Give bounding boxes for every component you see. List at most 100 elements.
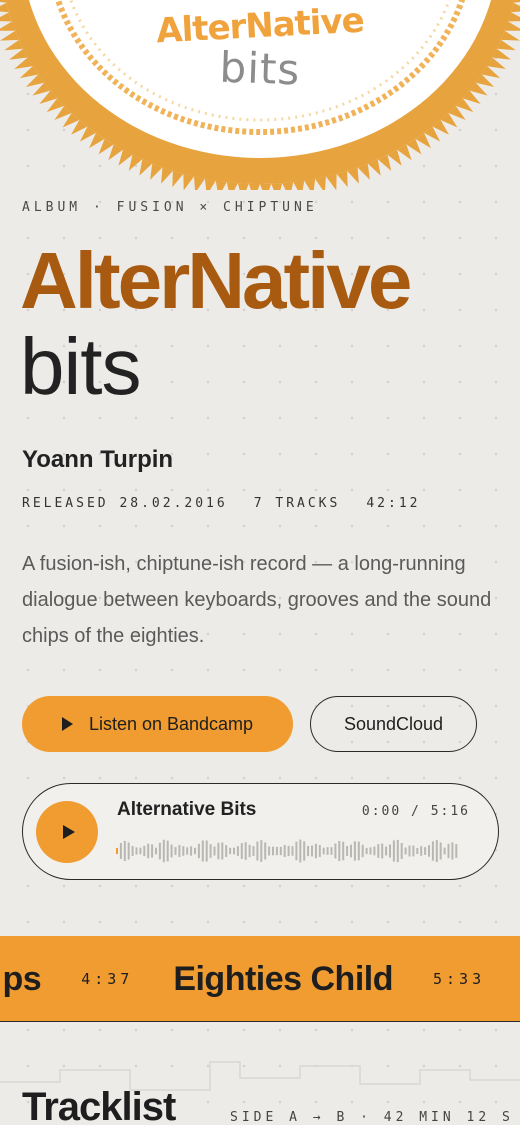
waveform-bar: [342, 841, 345, 861]
waveform-bar: [264, 842, 267, 860]
waveform-bar: [287, 845, 290, 857]
waveform-bar: [369, 847, 372, 855]
play-icon: [63, 825, 75, 839]
waveform-bar: [233, 847, 235, 855]
waveform-bar: [311, 845, 313, 857]
waveform-bar: [424, 847, 427, 855]
waveform-bar: [326, 847, 329, 855]
waveform-bar: [166, 840, 169, 862]
album-title-line1: AlterNative: [20, 236, 412, 325]
waveform-bar: [209, 844, 212, 858]
waveform-bar: [295, 841, 298, 861]
waveform-bar: [162, 839, 165, 863]
waveform-bar: [240, 843, 243, 859]
waveform-bar: [334, 843, 337, 859]
player-waveform[interactable]: [116, 836, 476, 866]
waveform-bar: [435, 839, 438, 863]
waveform-bar: [439, 842, 442, 860]
tracklist-heading: Tracklist: [22, 1085, 176, 1125]
marquee-track-name: Eighties Child: [173, 959, 393, 998]
waveform-bar: [400, 842, 403, 860]
waveform-bar: [135, 847, 138, 855]
release-date: RELEASED 28.02.2016: [22, 496, 228, 511]
marquee-track-name: …ps: [0, 959, 42, 998]
album-description: A fusion-ish, chiptune-ish record — a lo…: [22, 553, 492, 647]
play-icon: [61, 717, 73, 731]
waveform-bar: [178, 845, 181, 857]
waveform-bar: [190, 846, 193, 856]
waveform-bar: [236, 846, 239, 856]
waveform-bar: [389, 844, 391, 858]
waveform-bar: [283, 845, 286, 857]
waveform-bar: [213, 846, 216, 856]
waveform-bar: [268, 846, 271, 856]
waveform-bar: [139, 847, 142, 855]
waveform-bar: [131, 846, 134, 856]
waveform-bar: [116, 848, 118, 854]
waveform-bar: [248, 844, 251, 858]
waveform-bar: [353, 841, 356, 861]
player-play-button[interactable]: [36, 801, 98, 863]
waveform-bar: [412, 845, 415, 857]
waveform-bar: [174, 847, 177, 855]
waveform-bar: [392, 840, 395, 862]
waveform-bar: [381, 843, 384, 859]
waveform-bar: [275, 846, 278, 856]
waveform-bar: [256, 841, 259, 861]
marquee-item: Eighties Child 5:33: [173, 960, 520, 999]
waveform-bar: [194, 847, 196, 855]
waveform-bar: [279, 846, 282, 856]
marquee-item: …ps 4:37: [0, 960, 173, 999]
waveform-bar: [451, 842, 454, 860]
soundcloud-button[interactable]: SoundCloud: [310, 696, 477, 752]
waveform-bar: [428, 845, 430, 857]
waveform-bar: [123, 840, 126, 862]
waveform-bar: [127, 842, 130, 860]
track-count: 7 TRACKS: [253, 496, 341, 511]
waveform-bar: [455, 844, 458, 858]
waveform-bar: [396, 839, 399, 863]
artist-name: Yoann Turpin: [22, 446, 174, 473]
waveform-bar: [330, 847, 333, 855]
marquee-track: …ps 4:37 Eighties Child 5:33: [0, 936, 520, 1021]
waveform-bar: [303, 841, 306, 861]
waveform-bar: [201, 840, 204, 862]
waveform-bar: [365, 847, 368, 855]
waveform-bar: [357, 841, 360, 861]
waveform-bar: [260, 840, 263, 862]
waveform-bar: [307, 845, 310, 857]
bandcamp-button[interactable]: Listen on Bandcamp: [22, 696, 293, 752]
waveform-bar: [155, 847, 157, 855]
waveform-bar: [197, 843, 200, 859]
waveform-bar: [158, 842, 161, 860]
marquee-track-time: 4:37: [81, 970, 134, 988]
waveform-bar: [346, 845, 349, 857]
waveform-bar: [350, 844, 352, 858]
waveform-bar: [431, 841, 434, 861]
waveform-bar: [299, 839, 302, 863]
album-cover: AlterNative bits: [0, 0, 520, 190]
waveform-bar: [322, 847, 325, 855]
album-meta: RELEASED 28.02.2016 7 TRACKS 42:12: [22, 496, 420, 511]
player-track-title: Alternative Bits: [117, 799, 257, 820]
waveform-bar: [377, 844, 380, 858]
album-duration: 42:12: [366, 496, 421, 511]
waveform-bar: [225, 845, 228, 857]
waveform-bar: [318, 845, 321, 857]
waveform-bar: [119, 843, 122, 859]
waveform-bar: [385, 846, 388, 856]
waveform-bar: [205, 840, 208, 862]
waveform-bar: [186, 847, 189, 855]
waveform-bar: [217, 842, 220, 860]
waveform-bar: [443, 847, 446, 855]
track-marquee: …ps 4:37 Eighties Child 5:33: [0, 936, 520, 1022]
album-title-line2: bits: [20, 322, 141, 411]
waveform-bar: [252, 846, 255, 856]
waveform-bar: [147, 843, 150, 859]
waveform-bar: [151, 844, 154, 858]
waveform-bar: [272, 846, 274, 856]
waveform-bar: [447, 843, 450, 859]
waveform-bar: [408, 845, 411, 857]
waveform-bar: [244, 842, 247, 860]
audio-player: Alternative Bits 0:00 / 5:16: [22, 783, 499, 880]
